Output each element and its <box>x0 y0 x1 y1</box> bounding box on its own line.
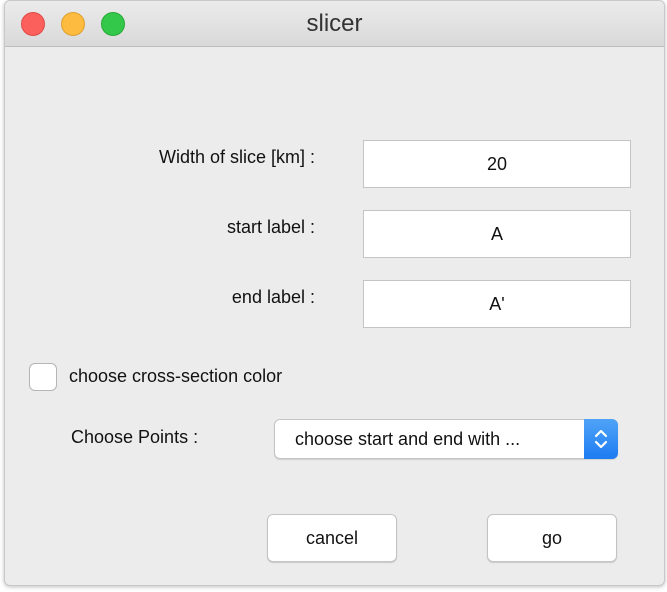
cancel-button[interactable]: cancel <box>267 514 397 562</box>
cross-section-color-checkbox[interactable] <box>29 363 57 391</box>
slicer-window: slicer Width of slice [km] : 20 start la… <box>4 0 665 586</box>
go-button[interactable]: go <box>487 514 617 562</box>
window-title: slicer <box>306 10 363 37</box>
width-of-slice-input[interactable]: 20 <box>363 140 631 188</box>
choose-points-selected-value: choose start and end with ... <box>295 429 521 449</box>
chevron-up-down-icon[interactable] <box>584 419 618 459</box>
choose-points-label: Choose Points : <box>71 427 199 447</box>
title-bar[interactable]: slicer <box>5 1 664 47</box>
cross-section-color-label[interactable]: choose cross-section color <box>69 366 282 387</box>
start-label-input[interactable]: A <box>363 210 631 258</box>
width-of-slice-label: Width of slice [km] : <box>158 147 315 167</box>
end-label-label: end label : <box>231 287 315 307</box>
choose-points-select[interactable]: choose start and end with ... <box>274 419 618 459</box>
start-label-label: start label : <box>226 217 315 237</box>
end-label-input[interactable]: A' <box>363 280 631 328</box>
dialog-content: Width of slice [km] : 20 start label : A… <box>5 47 664 585</box>
